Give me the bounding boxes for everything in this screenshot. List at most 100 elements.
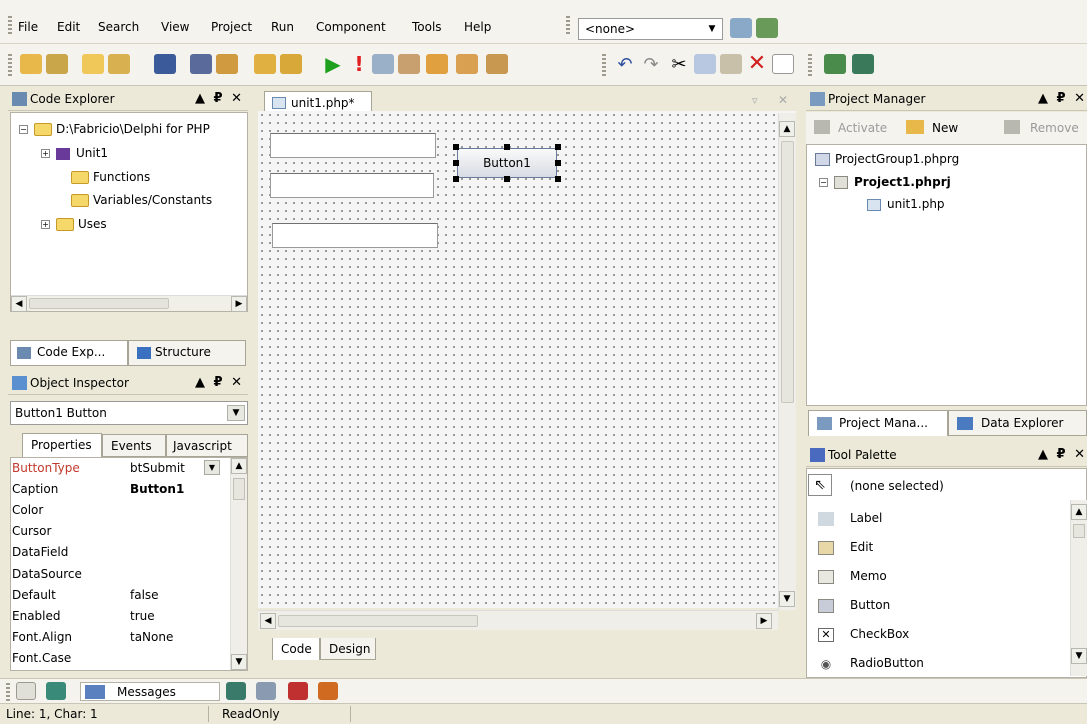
- panel-buttons[interactable]: ▲ ₽ ✕: [1038, 91, 1087, 106]
- palette-item-checkbox[interactable]: ✕ CheckBox: [818, 627, 909, 642]
- add-file-icon[interactable]: [254, 54, 276, 74]
- palette-item-memo[interactable]: Memo: [818, 569, 887, 584]
- redo-icon[interactable]: ↷: [640, 54, 662, 75]
- palette-item-label[interactable]: Label: [818, 511, 882, 526]
- delete-icon[interactable]: ✕: [746, 53, 768, 75]
- tree-variables[interactable]: Variables/Constants: [71, 193, 212, 207]
- menu-view[interactable]: View: [161, 20, 189, 34]
- menu-help[interactable]: Help: [464, 20, 491, 34]
- designer-vscroll[interactable]: ▲ ▼: [778, 113, 796, 610]
- scroll-thumb[interactable]: [781, 141, 794, 403]
- resize-handle[interactable]: [504, 144, 510, 150]
- component-icon[interactable]: [730, 18, 752, 38]
- prop-value[interactable]: taNone: [130, 630, 173, 644]
- menu-project[interactable]: Project: [211, 20, 252, 34]
- select-all-icon[interactable]: [772, 54, 794, 74]
- prop-row-fontalign[interactable]: Font.Align taNone: [10, 627, 222, 648]
- scroll-down-icon[interactable]: ▼: [779, 591, 795, 607]
- collapse-icon[interactable]: −: [19, 125, 28, 134]
- tab-events[interactable]: Events: [102, 434, 166, 457]
- messages-tab[interactable]: Messages: [80, 682, 220, 701]
- paste-icon[interactable]: [720, 54, 742, 74]
- tab-properties[interactable]: Properties: [22, 433, 102, 457]
- breakpoints-icon[interactable]: [288, 682, 308, 700]
- object-selector[interactable]: Button1 Button ▼: [10, 401, 248, 425]
- resize-handle[interactable]: [453, 176, 459, 182]
- pause-icon[interactable]: [372, 54, 394, 74]
- scroll-up-icon[interactable]: ▲: [779, 121, 795, 137]
- chevron-down-icon[interactable]: ▼: [227, 405, 245, 421]
- prop-row-caption[interactable]: Caption Button1: [10, 479, 222, 500]
- chevron-down-icon[interactable]: ▼: [704, 21, 720, 37]
- prop-row-cursor[interactable]: Cursor: [10, 521, 222, 542]
- tree-project[interactable]: − Project1.phprj: [819, 175, 951, 189]
- menu-file[interactable]: File: [18, 20, 38, 34]
- tree-root[interactable]: − D:\Fabricio\Delphi for PHP: [19, 122, 210, 136]
- scroll-thumb[interactable]: [233, 478, 245, 500]
- scroll-up-icon[interactable]: ▲: [231, 458, 247, 474]
- edit-component-2[interactable]: [270, 173, 434, 198]
- save-all-icon[interactable]: [190, 54, 212, 74]
- prop-row-default[interactable]: Default false: [10, 585, 222, 606]
- prop-value[interactable]: true: [130, 609, 155, 623]
- tree-unit-file[interactable]: unit1.php: [867, 197, 945, 211]
- cut-icon[interactable]: ✂: [668, 54, 690, 75]
- expand-icon[interactable]: +: [41, 220, 50, 229]
- callstack-icon[interactable]: [318, 682, 338, 700]
- prop-value[interactable]: btSubmit: [130, 461, 185, 475]
- prop-row-datafield[interactable]: DataField: [10, 542, 222, 563]
- tab-project-manager[interactable]: Project Mana...: [808, 410, 948, 436]
- menu-search[interactable]: Search: [98, 20, 139, 34]
- scroll-down-icon[interactable]: ▼: [231, 654, 247, 670]
- new-icon[interactable]: [20, 54, 42, 74]
- prop-row-enabled[interactable]: Enabled true: [10, 606, 222, 627]
- edit-component-1[interactable]: [270, 133, 436, 158]
- component-combo[interactable]: <none> ▼: [578, 18, 723, 40]
- tab-structure[interactable]: Structure: [128, 340, 246, 366]
- watch-icon[interactable]: [226, 682, 246, 700]
- button1-component[interactable]: Button1: [457, 148, 557, 178]
- step-out-icon[interactable]: [486, 54, 508, 74]
- tree-uses[interactable]: + Uses: [41, 217, 107, 231]
- run-browser-icon[interactable]: !: [348, 54, 370, 74]
- tree-unit[interactable]: + Unit1: [41, 146, 108, 160]
- prop-value[interactable]: false: [130, 588, 159, 602]
- tab-unit1[interactable]: unit1.php*: [264, 91, 372, 113]
- menu-tools[interactable]: Tools: [412, 20, 442, 34]
- new-unit-icon[interactable]: [82, 54, 104, 74]
- palette-item-radiobutton[interactable]: ◉ RadioButton: [818, 656, 924, 671]
- menu-component[interactable]: Component: [316, 20, 386, 34]
- undo-icon[interactable]: ↶: [614, 54, 636, 75]
- remove-button[interactable]: Remove: [1030, 121, 1079, 135]
- scroll-up-icon[interactable]: ▲: [1071, 504, 1087, 520]
- panel-buttons[interactable]: ▲ ₽ ✕: [1038, 447, 1087, 462]
- property-vscroll[interactable]: ▲ ▼: [230, 458, 247, 670]
- open-project-icon[interactable]: [46, 54, 68, 74]
- edit-component-3[interactable]: [272, 223, 438, 248]
- prop-row-buttontype[interactable]: ButtonType btSubmit ▼: [10, 458, 222, 479]
- tab-code-explorer[interactable]: Code Exp...: [10, 340, 128, 366]
- books-icon[interactable]: [852, 54, 874, 74]
- stop-icon[interactable]: [398, 54, 420, 74]
- tab-design[interactable]: Design: [320, 638, 376, 660]
- step-over-icon[interactable]: [456, 54, 478, 74]
- resize-handle[interactable]: [555, 160, 561, 166]
- tab-code[interactable]: Code: [272, 638, 320, 660]
- package-icon[interactable]: [756, 18, 778, 38]
- resize-handle[interactable]: [555, 144, 561, 150]
- scroll-thumb[interactable]: [278, 615, 478, 627]
- prop-row-color[interactable]: Color: [10, 500, 222, 521]
- scroll-right-icon[interactable]: ▶: [756, 613, 772, 629]
- close-tab-icon[interactable]: ✕: [778, 93, 788, 107]
- locals-icon[interactable]: [256, 682, 276, 700]
- tree-functions[interactable]: Functions: [71, 170, 150, 184]
- code-explorer-hscroll[interactable]: ◀ ▶: [11, 295, 247, 312]
- scroll-down-icon[interactable]: ▼: [1071, 648, 1087, 664]
- todo-icon[interactable]: [16, 682, 36, 700]
- palette-vscroll[interactable]: ▲ ▼: [1070, 500, 1087, 676]
- panel-buttons[interactable]: ▲ ₽ ✕: [195, 91, 244, 106]
- chevron-down-icon[interactable]: ▼: [204, 460, 220, 475]
- prop-row-fontcase[interactable]: Font.Case: [10, 648, 222, 669]
- expand-icon[interactable]: +: [41, 149, 50, 158]
- prop-row-datasource[interactable]: DataSource: [10, 564, 222, 585]
